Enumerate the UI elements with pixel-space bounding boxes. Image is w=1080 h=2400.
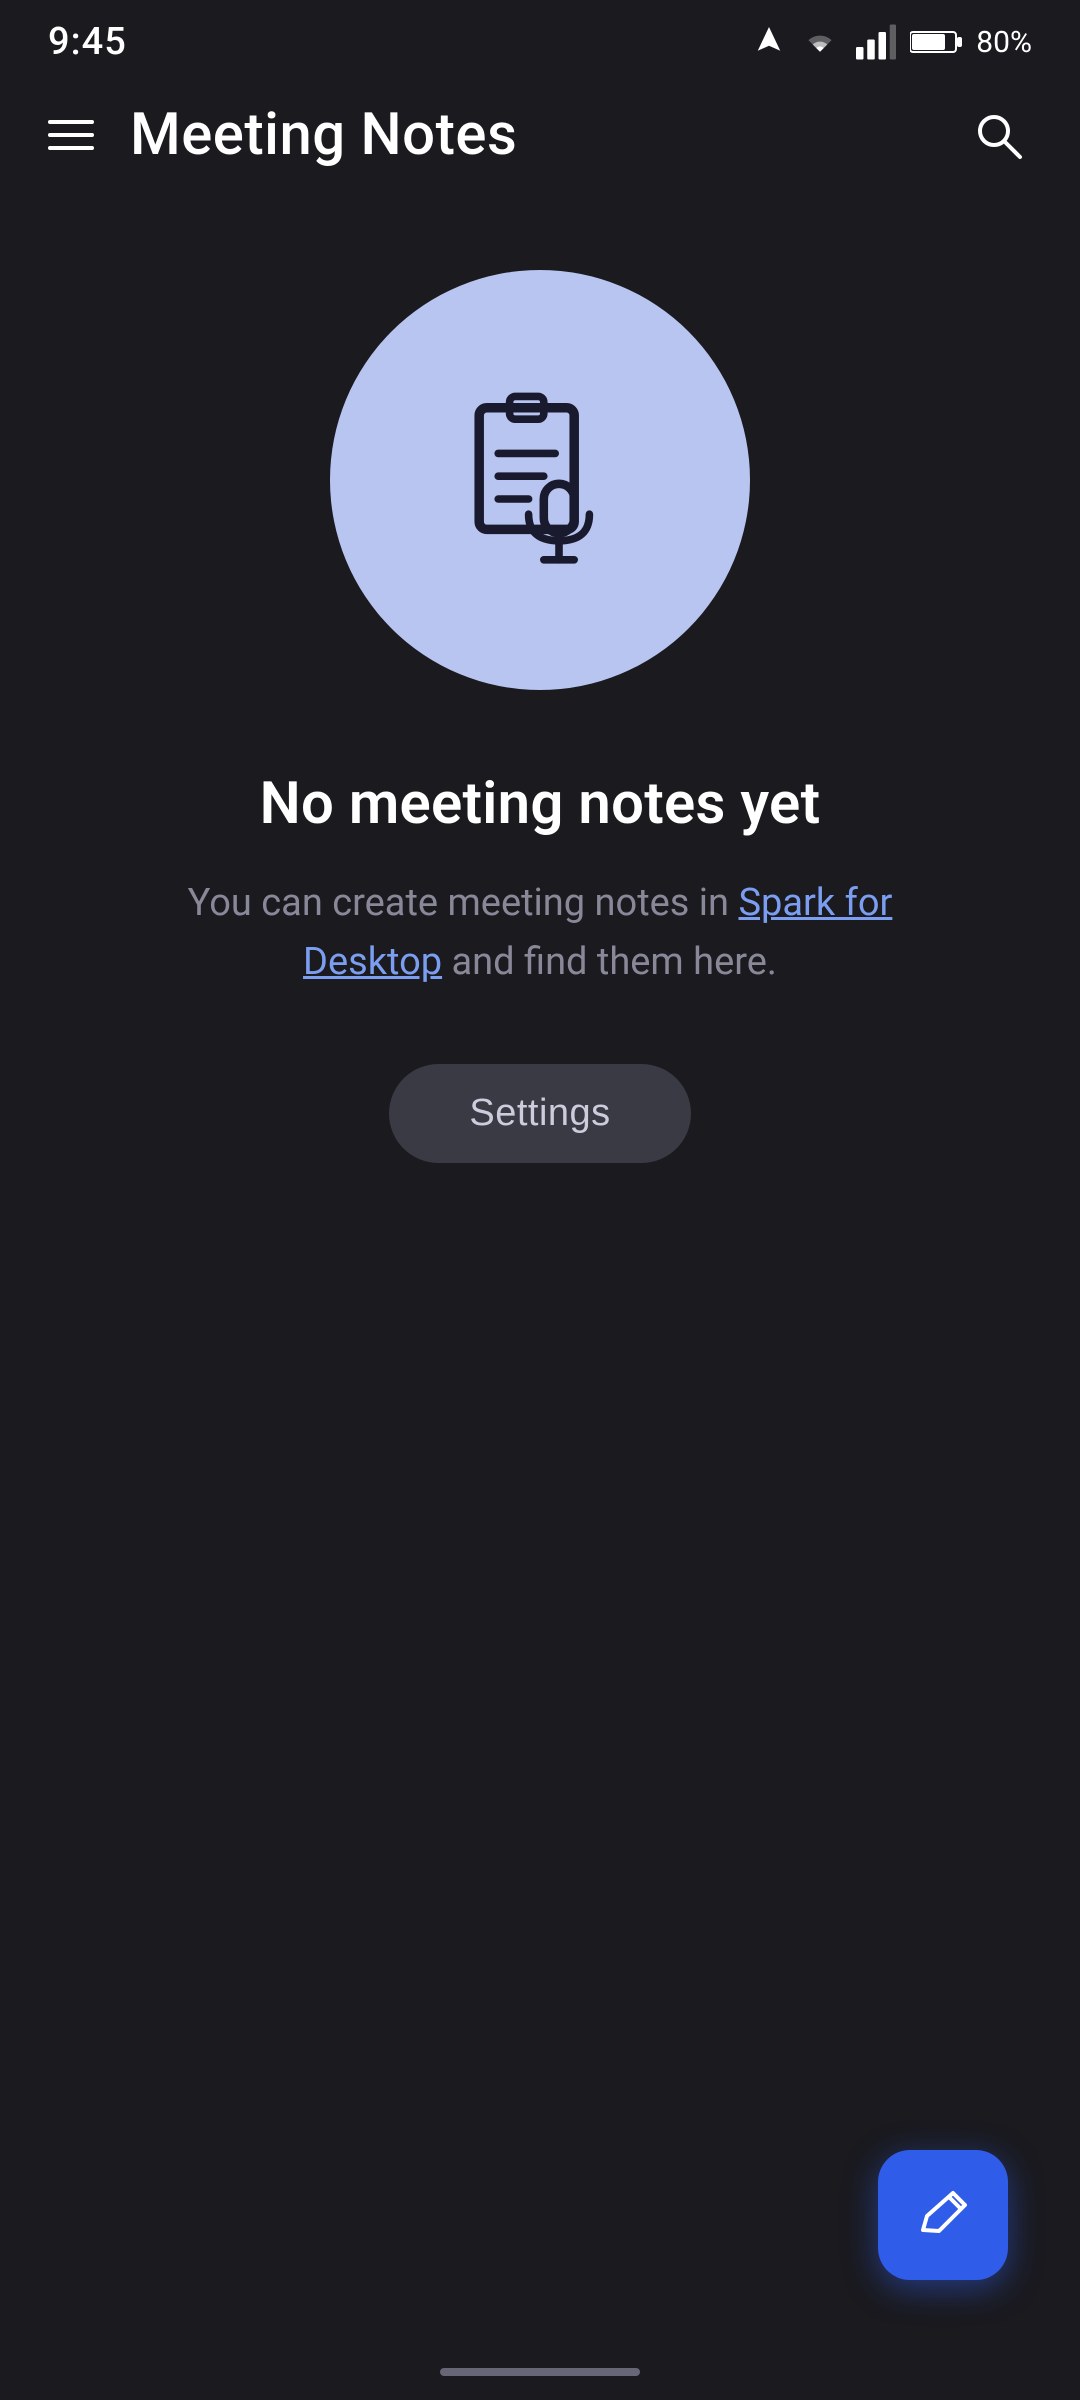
meeting-notes-icon bbox=[445, 385, 635, 575]
battery-percentage: 80% bbox=[976, 25, 1032, 60]
header-left: Meeting Notes bbox=[48, 101, 517, 169]
location-icon bbox=[754, 24, 784, 60]
main-content: No meeting notes yet You can create meet… bbox=[0, 190, 1080, 1163]
search-icon bbox=[972, 109, 1024, 161]
menu-button[interactable] bbox=[48, 120, 94, 150]
empty-state-description: You can create meeting notes in Spark fo… bbox=[180, 874, 900, 992]
settings-button[interactable]: Settings bbox=[389, 1064, 690, 1163]
edit-icon bbox=[913, 2185, 973, 2245]
description-suffix: and find them here. bbox=[442, 940, 777, 984]
home-indicator bbox=[440, 2368, 640, 2376]
description-prefix: You can create meeting notes in bbox=[188, 881, 739, 925]
menu-line-3 bbox=[48, 146, 94, 150]
status-bar: 9:45 80% bbox=[0, 0, 1080, 80]
empty-state-title: No meeting notes yet bbox=[260, 770, 821, 838]
battery-icon bbox=[910, 27, 962, 57]
status-time: 9:45 bbox=[48, 20, 127, 64]
menu-line-2 bbox=[48, 133, 94, 137]
empty-state-illustration bbox=[330, 270, 750, 690]
page-title: Meeting Notes bbox=[130, 101, 517, 169]
menu-line-1 bbox=[48, 120, 94, 124]
compose-fab[interactable] bbox=[878, 2150, 1008, 2280]
status-icons: 80% bbox=[754, 24, 1032, 60]
wifi-icon bbox=[798, 24, 842, 60]
app-header: Meeting Notes bbox=[0, 80, 1080, 190]
signal-icon bbox=[856, 24, 896, 60]
search-button[interactable] bbox=[964, 101, 1032, 169]
